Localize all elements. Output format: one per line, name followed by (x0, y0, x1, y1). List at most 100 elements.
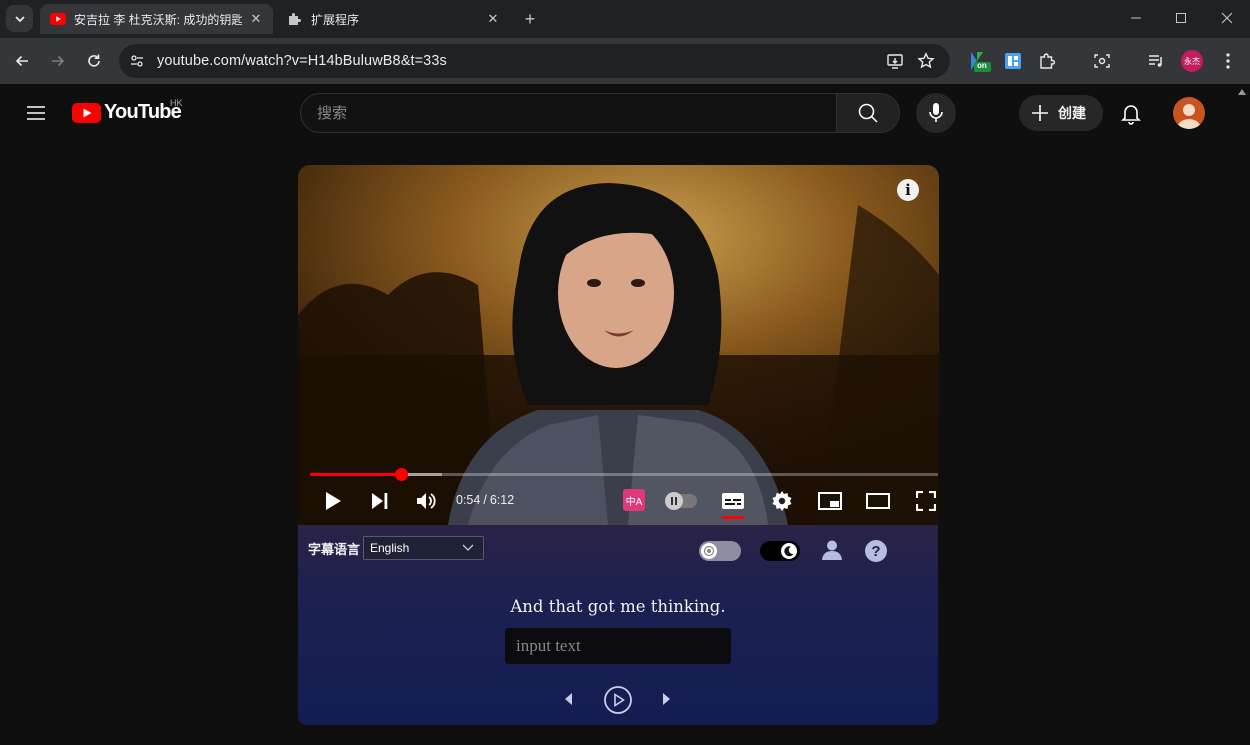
theater-mode-button[interactable] (860, 483, 896, 519)
subtitle-language-label: 字幕语言 (308, 542, 361, 557)
subtitle-blur-toggle[interactable] (699, 541, 741, 561)
maximize-icon[interactable] (1171, 8, 1191, 28)
previous-subtitle-button[interactable] (562, 691, 574, 707)
subtitles-active-indicator (722, 516, 744, 519)
extension-on-icon[interactable]: on (968, 49, 992, 73)
help-label: ? (871, 542, 881, 560)
progress-played (310, 473, 402, 476)
profile-avatar[interactable]: 永杰 (1181, 50, 1203, 72)
microphone-icon (929, 103, 943, 122)
player-controls: 0:54/6:12 中A (298, 483, 939, 519)
tab-title: 扩展程序 (311, 12, 360, 27)
fullscreen-button[interactable] (908, 483, 939, 519)
search-icon (858, 103, 878, 123)
gear-icon (772, 491, 792, 511)
triangle-right-icon (663, 693, 670, 705)
progress-scrubber[interactable] (395, 468, 409, 481)
duration: 6:12 (489, 493, 515, 507)
account-avatar[interactable] (1173, 97, 1205, 129)
help-icon[interactable]: ? (865, 540, 887, 562)
hamburger-menu-icon[interactable] (24, 103, 48, 123)
subtitle-language-select[interactable]: English (363, 536, 484, 560)
youtube-logo[interactable]: YouTube (72, 101, 182, 124)
play-icon (326, 492, 341, 510)
play-circle-icon (604, 686, 632, 714)
address-bar[interactable]: youtube.com/watch?v=H14bBuluwB8&t=33s (119, 44, 950, 78)
triangle-left-icon (565, 693, 572, 705)
reload-button[interactable] (82, 49, 106, 73)
play-button[interactable] (315, 483, 351, 519)
current-time: 0:54 (456, 493, 481, 507)
info-icon[interactable]: i (897, 179, 919, 201)
tab-youtube-video[interactable]: 安吉拉 李 杜克沃斯: 成功的钥匙？毅力 ✕ (40, 4, 273, 34)
chevron-down-icon (462, 544, 474, 551)
extension-ie-icon[interactable] (1002, 50, 1024, 72)
replay-subtitle-button[interactable] (603, 685, 633, 715)
closed-captions-icon (722, 493, 744, 509)
subtitle-panel: 字幕语言 English ? And that got me thinking. (298, 525, 938, 725)
moon-icon (781, 543, 797, 559)
bookmark-star-icon[interactable] (915, 50, 937, 72)
volume-icon (417, 493, 436, 509)
voice-search-button[interactable] (916, 93, 956, 133)
dictation-input[interactable] (505, 628, 731, 664)
plus-icon (1032, 105, 1048, 121)
extension-badge: on (977, 61, 987, 70)
miniplayer-button[interactable] (812, 483, 848, 519)
eye-icon (701, 543, 717, 559)
close-tab-icon[interactable]: ✕ (485, 11, 501, 27)
close-window-icon[interactable] (1217, 8, 1237, 28)
lens-screenshot-icon[interactable] (1091, 50, 1113, 72)
search-input[interactable] (317, 104, 797, 122)
person-avatar-icon (1177, 104, 1201, 129)
tab-extensions[interactable]: 扩展程序 ✕ (277, 4, 510, 34)
profile-badge: 永杰 (1181, 50, 1203, 72)
next-video-button[interactable] (362, 483, 398, 519)
search-button[interactable] (836, 93, 900, 133)
video-player[interactable]: i 0:54/6:12 中A (298, 165, 939, 525)
arrow-right-icon (52, 55, 65, 67)
next-subtitle-button[interactable] (661, 691, 673, 707)
theater-mode-icon (866, 493, 890, 509)
youtube-play-icon (72, 102, 101, 123)
browser-toolbar: youtube.com/watch?v=H14bBuluwB8&t=33s on… (0, 38, 1250, 84)
back-button[interactable] (10, 49, 34, 73)
dark-mode-toggle[interactable] (760, 541, 800, 561)
puzzle-icon (287, 11, 303, 27)
create-label: 创建 (1058, 105, 1086, 121)
create-button[interactable]: 创建 (1019, 95, 1103, 131)
subtitles-button[interactable] (715, 483, 751, 519)
tab-title: 安吉拉 李 杜克沃斯: 成功的钥匙？毅力 (74, 12, 242, 27)
user-icon[interactable] (821, 539, 843, 561)
autoplay-toggle[interactable] (665, 492, 697, 510)
volume-button[interactable] (409, 483, 445, 519)
miniplayer-icon (818, 492, 842, 510)
translate-badge: 中A (625, 496, 643, 508)
progress-bar[interactable] (310, 468, 938, 481)
install-app-icon[interactable] (884, 50, 906, 72)
media-controls-icon[interactable] (1145, 50, 1167, 72)
notifications-bell-icon[interactable] (1119, 101, 1143, 125)
region-code: HK (170, 98, 183, 108)
youtube-header: YouTube HK 创建 (0, 84, 1250, 142)
skip-next-icon (372, 493, 388, 509)
time-separator: / (483, 493, 487, 507)
settings-button[interactable] (764, 483, 800, 519)
browser-tab-strip: 安吉拉 李 杜克沃斯: 成功的钥匙？毅力 ✕ 扩展程序 ✕ + (0, 0, 1250, 38)
fullscreen-icon (916, 491, 936, 511)
time-display: 0:54/6:12 (456, 493, 514, 507)
scroll-up-arrow-icon[interactable] (1237, 88, 1247, 96)
minimize-icon[interactable] (1126, 8, 1146, 28)
forward-button[interactable] (46, 49, 70, 73)
autoplay-pause-icon (665, 492, 683, 510)
extensions-puzzle-icon[interactable] (1037, 50, 1059, 72)
translate-extension-button[interactable]: 中A (623, 489, 645, 511)
url-text: youtube.com/watch?v=H14bBuluwB8&t=33s (157, 53, 447, 69)
close-tab-icon[interactable]: ✕ (248, 11, 264, 27)
search-box (300, 93, 837, 133)
site-info-icon[interactable] (127, 51, 147, 71)
youtube-icon (50, 11, 66, 27)
more-menu-icon[interactable] (1217, 50, 1239, 72)
tab-search-button[interactable] (6, 5, 33, 32)
new-tab-button[interactable]: + (520, 9, 540, 29)
